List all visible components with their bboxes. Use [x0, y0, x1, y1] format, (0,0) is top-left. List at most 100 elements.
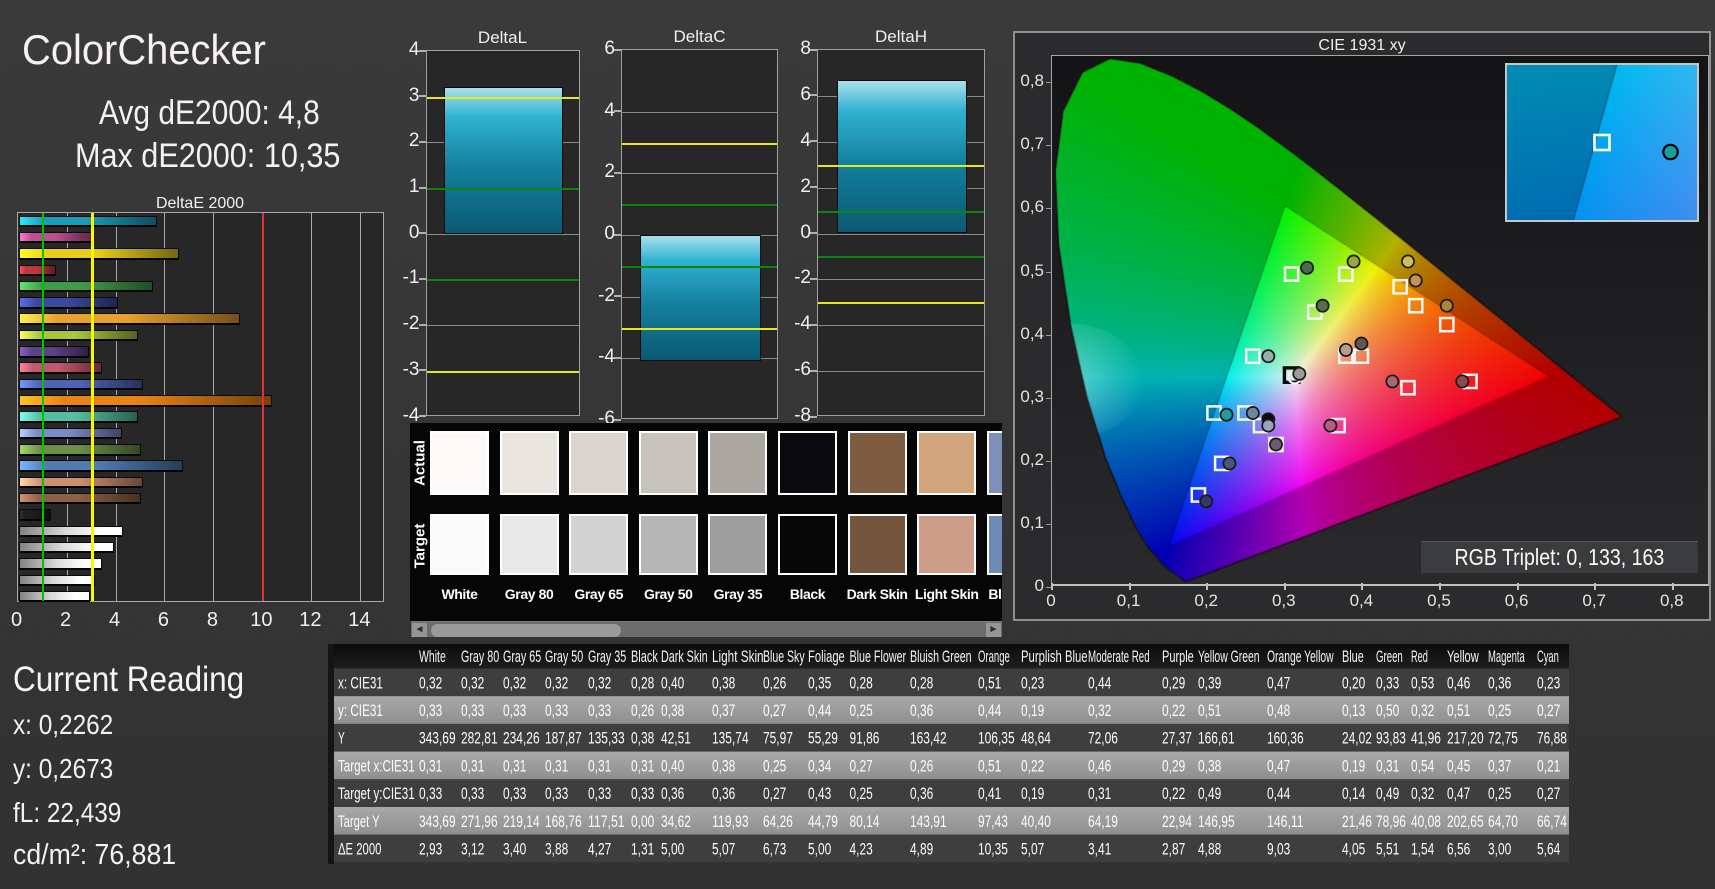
- svg-text:166,61: 166,61: [1198, 729, 1235, 748]
- svg-text:0,47: 0,47: [1267, 673, 1290, 692]
- svg-text:Moderate Red: Moderate Red: [1088, 648, 1150, 666]
- svg-text:Gray 80: Gray 80: [461, 648, 499, 666]
- svg-text:Target Y: Target Y: [338, 812, 380, 831]
- svg-text:0,35: 0,35: [808, 673, 831, 692]
- svg-text:0,54: 0,54: [1411, 756, 1434, 775]
- svg-text:48,64: 48,64: [1021, 729, 1051, 748]
- svg-text:0,38: 0,38: [661, 701, 684, 720]
- svg-text:0,27: 0,27: [763, 701, 786, 720]
- svg-text:146,11: 146,11: [1267, 812, 1304, 831]
- svg-text:75,97: 75,97: [763, 729, 793, 748]
- svg-text:76,88: 76,88: [1537, 729, 1567, 748]
- svg-text:0,31: 0,31: [1376, 756, 1399, 775]
- svg-text:4,88: 4,88: [1198, 840, 1221, 859]
- svg-text:0,41: 0,41: [978, 784, 1001, 803]
- svg-text:0,39: 0,39: [1198, 673, 1221, 692]
- svg-text:10,35: 10,35: [978, 840, 1008, 859]
- svg-text:2,93: 2,93: [419, 840, 442, 859]
- svg-text:ΔE 2000: ΔE 2000: [338, 840, 381, 859]
- svg-text:0,38: 0,38: [1198, 756, 1221, 775]
- svg-text:Purplish Blue: Purplish Blue: [1021, 648, 1088, 666]
- svg-text:0,38: 0,38: [712, 673, 735, 692]
- svg-text:0,43: 0,43: [808, 784, 831, 803]
- svg-text:0,33: 0,33: [503, 784, 526, 803]
- svg-text:0,38: 0,38: [712, 756, 735, 775]
- svg-text:64,19: 64,19: [1088, 812, 1118, 831]
- svg-text:0,50: 0,50: [1376, 701, 1399, 720]
- svg-text:0,33: 0,33: [419, 701, 442, 720]
- svg-text:y: CIE31: y: CIE31: [338, 701, 383, 720]
- svg-text:Target x:CIE31: Target x:CIE31: [338, 756, 415, 775]
- svg-text:Cyan: Cyan: [1537, 648, 1559, 666]
- svg-text:4,27: 4,27: [588, 840, 611, 859]
- svg-text:0,22: 0,22: [1162, 784, 1185, 803]
- svg-text:0,19: 0,19: [1021, 784, 1044, 803]
- svg-text:0,46: 0,46: [1088, 756, 1111, 775]
- svg-text:Yellow Green: Yellow Green: [1198, 648, 1260, 666]
- svg-text:0,28: 0,28: [631, 673, 654, 692]
- svg-text:0,36: 0,36: [661, 784, 684, 803]
- svg-text:0,13: 0,13: [1342, 701, 1365, 720]
- svg-text:0,31: 0,31: [545, 756, 568, 775]
- svg-text:271,96: 271,96: [461, 812, 498, 831]
- svg-text:282,81: 282,81: [461, 729, 498, 748]
- svg-text:0,33: 0,33: [419, 784, 442, 803]
- svg-text:0,33: 0,33: [461, 701, 484, 720]
- svg-text:0,40: 0,40: [661, 756, 684, 775]
- svg-text:0,29: 0,29: [1162, 756, 1185, 775]
- svg-text:White: White: [419, 648, 446, 666]
- svg-text:Blue Sky: Blue Sky: [763, 648, 805, 666]
- svg-text:4,89: 4,89: [910, 840, 933, 859]
- svg-text:42,51: 42,51: [661, 729, 691, 748]
- svg-text:146,95: 146,95: [1198, 812, 1235, 831]
- svg-text:Yellow: Yellow: [1447, 648, 1479, 666]
- svg-text:0,26: 0,26: [631, 701, 654, 720]
- svg-text:Purple: Purple: [1162, 648, 1194, 666]
- svg-text:0,31: 0,31: [461, 756, 484, 775]
- svg-text:0,49: 0,49: [1376, 784, 1399, 803]
- svg-text:3,00: 3,00: [1488, 840, 1511, 859]
- svg-text:3,88: 3,88: [545, 840, 568, 859]
- svg-text:Dark Skin: Dark Skin: [661, 648, 708, 666]
- svg-text:0,33: 0,33: [503, 701, 526, 720]
- svg-text:Bluish Green: Bluish Green: [910, 648, 972, 666]
- svg-text:0,51: 0,51: [978, 756, 1001, 775]
- svg-text:64,26: 64,26: [763, 812, 793, 831]
- svg-text:72,06: 72,06: [1088, 729, 1118, 748]
- svg-text:0,49: 0,49: [1198, 784, 1221, 803]
- svg-text:1,54: 1,54: [1411, 840, 1434, 859]
- svg-text:0,25: 0,25: [1488, 701, 1511, 720]
- svg-text:44,79: 44,79: [808, 812, 838, 831]
- svg-text:160,36: 160,36: [1267, 729, 1304, 748]
- svg-text:40,08: 40,08: [1411, 812, 1441, 831]
- svg-text:343,69: 343,69: [419, 812, 456, 831]
- svg-text:5,00: 5,00: [661, 840, 684, 859]
- svg-text:21,46: 21,46: [1342, 812, 1372, 831]
- svg-text:Y: Y: [338, 729, 345, 748]
- svg-text:0,33: 0,33: [631, 784, 654, 803]
- svg-text:106,35: 106,35: [978, 729, 1015, 748]
- svg-text:0,14: 0,14: [1342, 784, 1365, 803]
- svg-text:0,28: 0,28: [910, 673, 933, 692]
- svg-text:135,33: 135,33: [588, 729, 625, 748]
- svg-text:0,44: 0,44: [808, 701, 831, 720]
- svg-text:Gray 65: Gray 65: [503, 648, 541, 666]
- svg-text:97,43: 97,43: [978, 812, 1008, 831]
- svg-text:0,28: 0,28: [850, 673, 873, 692]
- svg-text:Gray 50: Gray 50: [545, 648, 583, 666]
- svg-text:0,33: 0,33: [588, 701, 611, 720]
- svg-text:Orange Yellow: Orange Yellow: [1267, 648, 1334, 666]
- svg-text:0,51: 0,51: [1198, 701, 1221, 720]
- svg-text:80,14: 80,14: [850, 812, 880, 831]
- svg-text:0,31: 0,31: [503, 756, 526, 775]
- svg-text:Blue Flower: Blue Flower: [850, 648, 907, 666]
- svg-text:0,22: 0,22: [1021, 756, 1044, 775]
- svg-text:187,87: 187,87: [545, 729, 582, 748]
- svg-text:1,31: 1,31: [631, 840, 654, 859]
- svg-text:0,46: 0,46: [1447, 673, 1470, 692]
- svg-text:0,29: 0,29: [1162, 673, 1185, 692]
- svg-text:Green: Green: [1376, 648, 1403, 666]
- svg-text:0,23: 0,23: [1537, 673, 1560, 692]
- svg-text:0,20: 0,20: [1342, 673, 1365, 692]
- svg-text:135,74: 135,74: [712, 729, 749, 748]
